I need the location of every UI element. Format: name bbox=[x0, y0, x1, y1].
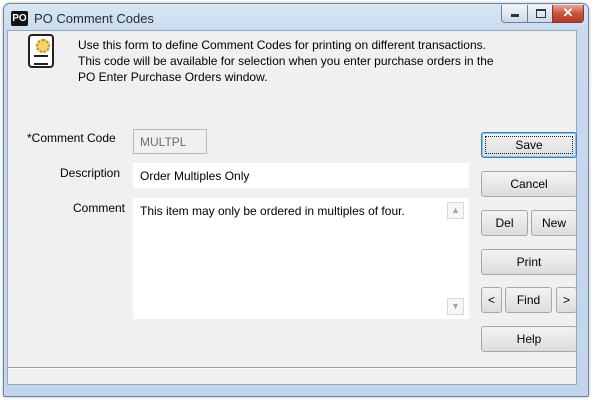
comment-label: Comment bbox=[73, 201, 126, 215]
previous-record-button[interactable]: < bbox=[481, 287, 502, 313]
minimize-icon bbox=[511, 14, 519, 17]
document-lines bbox=[34, 55, 48, 65]
description-label: Description bbox=[60, 166, 121, 180]
scroll-up-icon[interactable]: ▲ bbox=[447, 202, 464, 219]
info-text-line-2: This code will be available for selectio… bbox=[78, 54, 494, 68]
comment-textarea[interactable]: This item may only be ordered in multipl… bbox=[133, 198, 469, 319]
app-icon: PO bbox=[11, 11, 28, 26]
description-field[interactable]: Order Multiples Only bbox=[133, 163, 469, 188]
info-text-line-3: PO Enter Purchase Orders window. bbox=[78, 70, 268, 84]
close-icon: ✕ bbox=[562, 5, 574, 20]
document-gear-icon bbox=[28, 34, 54, 68]
delete-button[interactable]: Del bbox=[481, 210, 528, 236]
next-record-button[interactable]: > bbox=[556, 287, 577, 313]
find-button[interactable]: Find bbox=[505, 287, 552, 313]
status-separator bbox=[8, 367, 576, 369]
comment-scrollbar[interactable]: ▲ ▼ bbox=[446, 200, 466, 317]
maximize-button[interactable] bbox=[527, 5, 553, 23]
new-button[interactable]: New bbox=[531, 210, 577, 236]
gear-icon bbox=[36, 39, 50, 53]
cancel-button[interactable]: Cancel bbox=[481, 171, 577, 197]
comment-code-field[interactable]: MULTPL bbox=[133, 129, 207, 154]
window-title: PO Comment Codes bbox=[34, 11, 154, 26]
help-button[interactable]: Help bbox=[481, 326, 577, 352]
maximize-icon bbox=[536, 9, 546, 18]
info-text-line-1: Use this form to define Comment Codes fo… bbox=[78, 38, 486, 52]
scroll-down-icon[interactable]: ▼ bbox=[447, 298, 464, 315]
minimize-button[interactable] bbox=[501, 5, 528, 23]
save-button[interactable]: Save bbox=[481, 132, 577, 158]
save-button-label: Save bbox=[485, 136, 573, 154]
close-button[interactable]: ✕ bbox=[552, 5, 584, 23]
comment-code-label: *Comment Code bbox=[27, 131, 116, 145]
print-button[interactable]: Print bbox=[481, 249, 577, 275]
